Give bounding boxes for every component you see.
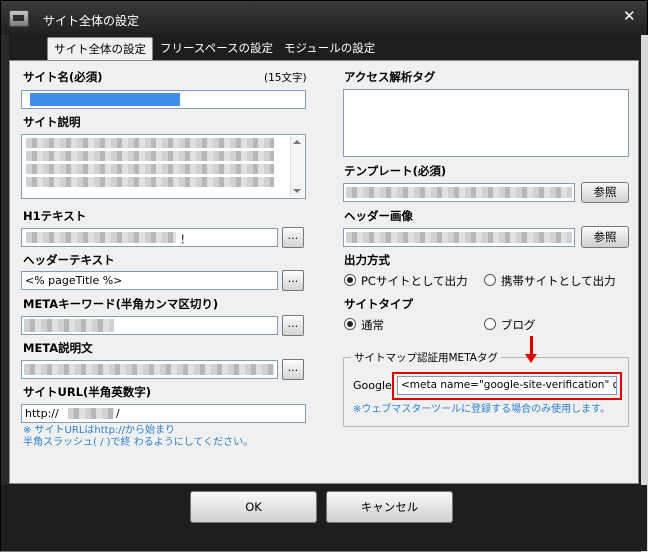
google-verification-input[interactable]: <meta name="google-site-verification" c <box>397 376 617 395</box>
red-arrow-annotation <box>525 336 537 363</box>
right-frame <box>641 35 648 552</box>
site-name-redacted <box>30 93 180 106</box>
site-url-prefix: http:// <box>25 407 59 420</box>
ok-button[interactable]: OK <box>190 491 317 523</box>
site-type-normal-label[interactable]: 通常 <box>361 317 384 333</box>
output-mode-label: 出力方式 <box>344 253 390 267</box>
h1-text-suffix: ！ <box>180 233 191 246</box>
h1-text-input[interactable]: ！ <box>21 228 278 247</box>
scroll-down-icon[interactable] <box>293 189 301 193</box>
output-pc-label[interactable]: PCサイトとして出力 <box>361 273 468 289</box>
site-name-label: サイト名(必須) <box>23 70 103 84</box>
template-label: テンプレート(必須) <box>344 164 447 178</box>
site-type-label: サイトタイプ <box>344 297 413 311</box>
header-image-input[interactable] <box>343 228 575 247</box>
cancel-button[interactable]: キャンセル <box>326 491 453 523</box>
meta-description-label: META説明文 <box>23 341 93 355</box>
site-type-normal-radio[interactable] <box>344 318 356 330</box>
site-description-redacted-line <box>26 138 274 148</box>
close-icon[interactable]: ✕ <box>623 9 636 24</box>
scroll-up-icon[interactable] <box>293 140 301 144</box>
access-tag-label: アクセス解析タグ <box>344 70 436 84</box>
meta-keywords-label: METAキーワード(半角カンマ区切り) <box>23 297 219 311</box>
meta-description-input[interactable] <box>21 360 278 379</box>
site-url-suffix: / <box>116 407 120 420</box>
output-mobile-label[interactable]: 携帯サイトとして出力 <box>501 273 616 289</box>
output-pc-radio[interactable] <box>344 274 356 286</box>
site-description-redacted-line <box>26 164 274 174</box>
meta-keywords-browse-button[interactable]: ... <box>282 315 304 336</box>
left-frame <box>1 35 9 485</box>
site-description-scrollbar[interactable] <box>290 136 304 197</box>
tab-site-settings[interactable]: サイト全体の設定 <box>47 37 153 61</box>
site-description-redacted-line <box>26 177 274 187</box>
h1-text-label: H1テキスト <box>23 209 87 223</box>
dialog-footer <box>1 485 647 551</box>
access-tag-textarea[interactable] <box>343 89 629 157</box>
site-url-note-1: ※ サイトURLはhttp://から始まり <box>23 425 176 436</box>
site-description-label: サイト説明 <box>23 115 81 129</box>
header-text-label: ヘッダーテキスト <box>23 253 115 267</box>
header-image-browse-button[interactable]: 参照 <box>581 226 629 248</box>
window-title: サイト全体の設定 <box>43 14 140 28</box>
site-type-blog-radio[interactable] <box>484 318 496 330</box>
settings-dialog: サイト全体の設定 ✕ サイト全体の設定 フリースペースの設定 モジュールの設定 … <box>0 0 648 552</box>
header-text-browse-button[interactable]: ... <box>282 270 304 291</box>
meta-keywords-redacted <box>24 319 114 332</box>
header-image-redacted <box>346 232 572 243</box>
output-mobile-radio[interactable] <box>484 274 496 286</box>
title-bar: サイト全体の設定 ✕ <box>1 1 647 35</box>
header-image-label: ヘッダー画像 <box>344 209 413 223</box>
meta-description-redacted <box>24 364 274 375</box>
header-text-input[interactable]: <% pageTitle %> <box>21 271 278 290</box>
template-redacted <box>346 187 572 198</box>
h1-text-redacted <box>26 232 176 243</box>
site-name-hint: (15文字) <box>264 72 307 84</box>
template-browse-button[interactable]: 参照 <box>581 182 629 203</box>
site-url-note-2: 半角スラッシュ( / )で終 わるようにしてください。 <box>23 437 254 448</box>
tab-free-space[interactable]: フリースペースの設定 <box>154 38 279 59</box>
site-type-blog-label[interactable]: ブログ <box>501 317 536 333</box>
meta-description-browse-button[interactable]: ... <box>282 359 304 380</box>
site-url-redacted <box>68 408 114 419</box>
google-label: Google <box>353 379 392 392</box>
template-input[interactable] <box>343 183 575 202</box>
meta-keywords-input[interactable] <box>21 316 278 335</box>
site-url-label: サイトURL(半角英数字) <box>23 385 152 399</box>
sitemap-note: ※ウェブマスターツールに登録する場合のみ使用します。 <box>353 404 611 415</box>
site-description-textarea[interactable] <box>21 134 306 199</box>
site-url-input[interactable]: http:// / <box>21 404 306 423</box>
app-window-icon <box>9 10 29 27</box>
site-name-input[interactable] <box>21 90 306 109</box>
site-description-redacted-line <box>26 151 274 161</box>
tab-module[interactable]: モジュールの設定 <box>278 38 381 59</box>
h1-text-browse-button[interactable]: ... <box>282 227 304 248</box>
sitemap-meta-group-title: サイトマップ認証用METAタグ <box>351 350 501 365</box>
